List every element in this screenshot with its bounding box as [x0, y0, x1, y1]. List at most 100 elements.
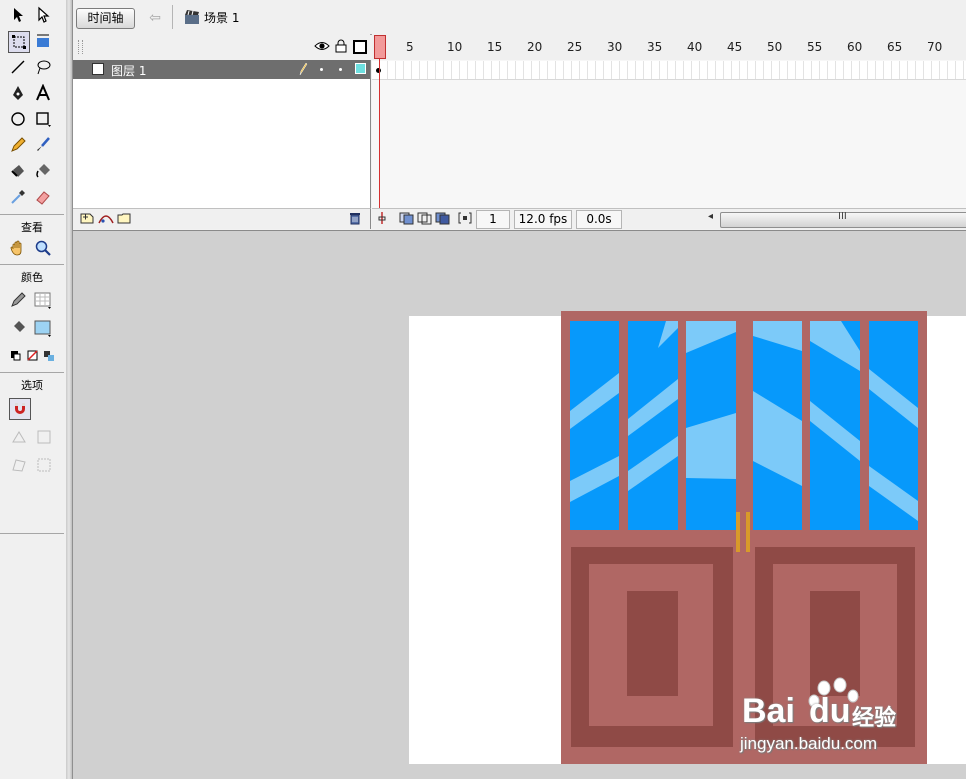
snap-magnet-icon[interactable] — [9, 398, 31, 420]
straighten-icon — [34, 427, 54, 447]
delete-layer-icon[interactable] — [348, 211, 362, 228]
timeline-toggle-button[interactable]: 时间轴 — [76, 8, 135, 29]
frame-grid[interactable] — [372, 60, 966, 208]
color-swap-controls[interactable] — [8, 345, 56, 365]
smooth-icon — [9, 427, 29, 447]
scene-bar: 时间轴 ⇦ 场景 1 — [73, 0, 966, 35]
back-arrow-icon[interactable]: ⇦ — [145, 9, 165, 27]
onion-skin-icon[interactable] — [399, 211, 415, 228]
visibility-dot[interactable] — [320, 68, 323, 71]
outline-icon[interactable] — [353, 40, 367, 54]
insert-layer-icon[interactable] — [79, 211, 95, 228]
lock-icon[interactable] — [335, 39, 347, 56]
rectangle-icon[interactable] — [33, 109, 53, 129]
line-icon[interactable] — [8, 57, 28, 77]
layer-name[interactable]: 图层 1 — [111, 62, 146, 79]
drag-grip-icon[interactable] — [78, 40, 83, 54]
watermark-url: jingyan.baidu.com — [740, 734, 878, 753]
timeline-status-bar: 1 12.0 fps 0.0s ◂ III — [372, 208, 966, 229]
frame-number: 45 — [727, 40, 743, 54]
center-frame-icon[interactable] — [376, 211, 388, 228]
gradient-transform-icon[interactable] — [33, 31, 53, 51]
stroke-pencil-icon — [8, 290, 28, 310]
add-motion-guide-icon[interactable] — [97, 211, 115, 228]
options-section-label: 选项 — [21, 379, 43, 392]
scene-label[interactable]: 场景 1 — [204, 9, 239, 26]
elapsed-time-field: 0.0s — [576, 210, 622, 229]
pen-icon[interactable] — [8, 83, 28, 103]
free-transform-icon[interactable] — [8, 31, 30, 53]
ink-bottle-icon[interactable] — [8, 161, 28, 181]
brush-icon[interactable] — [33, 135, 53, 155]
door-handle — [746, 512, 750, 552]
frame-number: 50 — [767, 40, 783, 54]
frame-number: 35 — [647, 40, 663, 54]
frame-number: 65 — [887, 40, 903, 54]
timeline-panel: 时间轴 ⇦ 场景 1 1 5 10 15 20 25 30 35 40 45 5… — [73, 0, 966, 231]
frame-number: 5 — [406, 40, 414, 54]
layer-footer — [73, 208, 371, 229]
frame-number: 40 — [687, 40, 703, 54]
frame-number: 20 — [527, 40, 543, 54]
eye-icon[interactable] — [314, 39, 330, 56]
outline-color-swatch[interactable] — [355, 63, 366, 74]
playhead-line — [379, 46, 380, 224]
edit-pencil-icon — [298, 62, 308, 79]
playhead[interactable] — [374, 35, 386, 59]
modify-onion-markers-icon[interactable] — [458, 211, 472, 228]
toolbar-separator — [172, 5, 173, 29]
onion-skin-outlines-icon[interactable] — [417, 211, 433, 228]
layer-frames-row[interactable] — [372, 61, 966, 80]
frame-number: 55 — [807, 40, 823, 54]
watermark-brand: Bai — [742, 692, 795, 730]
toolbox-divider — [0, 533, 64, 534]
scale-icon — [34, 455, 54, 475]
frame-number: 25 — [567, 40, 583, 54]
clapperboard-icon — [183, 9, 201, 25]
toolbox-divider — [0, 372, 64, 373]
pencil-icon[interactable] — [8, 135, 28, 155]
scroll-left-icon[interactable]: ◂ — [708, 211, 713, 222]
stroke-color-swatch[interactable] — [33, 290, 53, 310]
oval-icon[interactable] — [8, 109, 28, 129]
insert-folder-icon[interactable] — [116, 211, 132, 228]
layer-row[interactable]: 图层 1 — [73, 60, 370, 79]
edit-multiple-frames-icon[interactable] — [435, 211, 451, 228]
color-section-label: 颜色 — [21, 271, 43, 284]
subselect-icon[interactable] — [33, 5, 53, 25]
door-handle — [736, 512, 740, 552]
glass-pane — [570, 321, 619, 530]
frame-number: 15 — [487, 40, 503, 54]
lock-dot[interactable] — [339, 68, 342, 71]
frame-number: 70 — [927, 40, 943, 54]
rotate-icon — [9, 455, 29, 475]
frame-rate-field[interactable]: 12.0 fps — [514, 210, 572, 229]
view-section-label: 查看 — [21, 221, 43, 234]
fill-color-swatch[interactable] — [33, 318, 53, 338]
text-icon[interactable] — [33, 83, 53, 103]
hand-icon[interactable] — [8, 238, 28, 258]
baidu-watermark: Bai du 经验 jingyan.baidu.com — [738, 674, 966, 764]
layer-header — [73, 34, 370, 61]
layer-page-icon — [92, 63, 104, 75]
frame-number: 60 — [847, 40, 863, 54]
current-frame-field[interactable]: 1 — [476, 210, 510, 229]
timeline-scrollbar-thumb[interactable]: III — [720, 211, 966, 228]
panel-divider[interactable] — [66, 0, 73, 779]
lasso-icon[interactable] — [33, 57, 53, 77]
eyedropper-icon[interactable] — [8, 187, 28, 207]
toolbox-divider — [0, 214, 64, 215]
zoom-icon[interactable] — [33, 238, 53, 258]
frame-number: 30 — [607, 40, 623, 54]
layer-list: 图层 1 — [73, 60, 371, 208]
scroll-grip: III — [838, 211, 847, 222]
toolbox-divider — [0, 264, 64, 265]
watermark-cn-text: 经验 — [852, 706, 897, 731]
paint-bucket-icon[interactable] — [33, 161, 53, 181]
toolbox-panel: 查看 颜色 选项 — [0, 0, 67, 779]
watermark-brand-tail: du — [809, 692, 851, 730]
arrow-icon[interactable] — [8, 5, 28, 25]
eraser-icon[interactable] — [33, 187, 53, 207]
frame-number: 10 — [447, 40, 463, 54]
fill-bucket-icon — [8, 318, 28, 338]
